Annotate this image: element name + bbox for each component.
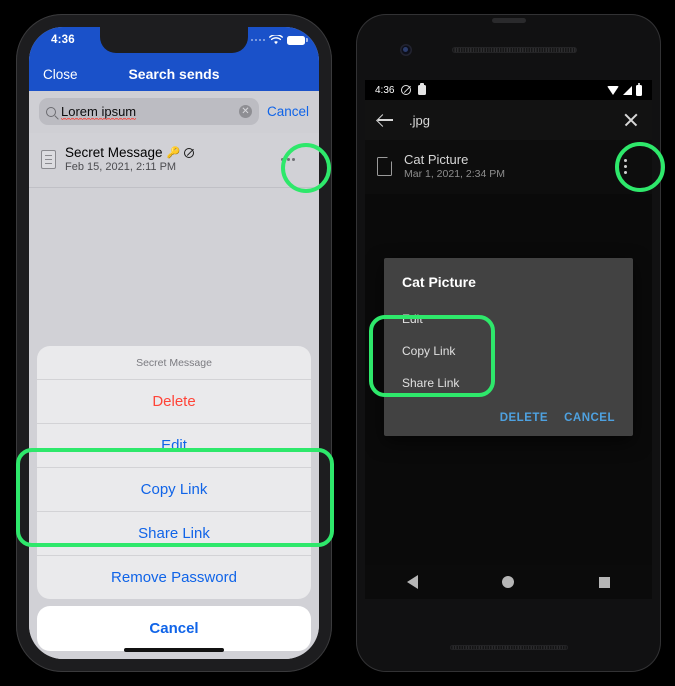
android-status-right — [607, 82, 642, 96]
wifi-icon — [607, 85, 619, 95]
nav-back-triangle-icon[interactable] — [407, 575, 419, 589]
signal-icon — [623, 85, 632, 95]
dialog-title: Cat Picture — [402, 274, 476, 290]
ios-navigation-bar: Close Search sends — [29, 57, 319, 91]
search-cancel-button[interactable]: Cancel — [267, 104, 309, 119]
document-icon — [41, 149, 56, 169]
delete-button[interactable]: DELETE — [500, 412, 548, 424]
android-screen: 4:36 .jpg Cat Picture Mar 1, 2021, 2:34 … — [365, 80, 652, 599]
ios-action-sheet: Secret Message Delete Edit Copy Link Sha… — [29, 346, 319, 659]
signal-dots-icon — [250, 38, 265, 42]
android-options-dialog: Cat Picture Edit Copy Link Share Link DE… — [384, 258, 633, 436]
ban-icon — [184, 147, 195, 158]
list-item-subtitle: Mar 1, 2021, 2:34 PM — [404, 168, 505, 180]
action-sheet-group: Secret Message Delete Edit Copy Link Sha… — [37, 346, 311, 599]
search-input-value[interactable]: .jpg — [409, 113, 608, 128]
ios-search-row: Lorem ipsum ✕ Cancel — [29, 91, 319, 133]
android-status-left: 4:36 — [375, 83, 427, 96]
iphone-device-frame: 4:36 Close Search sends Lorem ipsum ✕ Ca… — [16, 14, 332, 672]
list-item-texts: Cat Picture Mar 1, 2021, 2:34 PM — [404, 152, 598, 180]
action-sheet-item-edit[interactable]: Edit — [37, 424, 311, 468]
ios-home-indicator — [124, 648, 224, 652]
comparison-screenshot: 4:36 Close Search sends Lorem ipsum ✕ Ca… — [0, 0, 675, 686]
android-status-bar: 4:36 — [365, 80, 652, 100]
action-sheet-header: Secret Message — [37, 346, 311, 380]
search-input[interactable]: Lorem ipsum ✕ — [39, 98, 259, 125]
nav-recents-square-icon[interactable] — [598, 576, 610, 588]
dialog-actions: DELETE CANCEL — [384, 400, 633, 428]
list-item-title: Secret Message — [65, 145, 163, 160]
close-icon[interactable] — [622, 111, 640, 129]
action-sheet-item-copy-link[interactable]: Copy Link — [37, 468, 311, 512]
list-item[interactable]: Cat Picture Mar 1, 2021, 2:34 PM — [365, 140, 652, 194]
dialog-item-copy-link[interactable]: Copy Link — [384, 336, 633, 368]
iphone-notch — [100, 27, 248, 53]
more-vertical-icon[interactable] — [610, 149, 640, 183]
list-item-title: Cat Picture — [404, 152, 469, 167]
front-camera-icon — [400, 44, 412, 56]
clear-icon[interactable]: ✕ — [238, 105, 252, 118]
dialog-item-share-link[interactable]: Share Link — [384, 368, 633, 400]
more-horizontal-icon[interactable] — [269, 140, 307, 178]
battery-icon — [636, 82, 642, 96]
action-sheet-item-delete[interactable]: Delete — [37, 380, 311, 424]
dialog-item-edit[interactable]: Edit — [384, 304, 633, 336]
speaker-grille — [452, 47, 577, 53]
android-send-list: Cat Picture Mar 1, 2021, 2:34 PM — [365, 140, 652, 194]
android-navigation-bar — [365, 565, 652, 599]
search-icon — [46, 106, 56, 117]
android-status-time: 4:36 — [375, 84, 395, 96]
clipboard-icon — [418, 83, 427, 95]
nav-home-circle-icon[interactable] — [502, 576, 515, 588]
list-item-texts: Secret Message 🔑 Feb 15, 2021, 2:11 PM — [65, 145, 260, 173]
cancel-button[interactable]: CANCEL — [564, 412, 615, 424]
close-button[interactable]: Close — [43, 67, 78, 82]
list-item[interactable]: Secret Message 🔑 Feb 15, 2021, 2:11 PM — [29, 133, 319, 188]
android-earpiece-slot — [491, 18, 526, 23]
search-input-value: Lorem ipsum — [61, 104, 137, 120]
android-device-frame: 4:36 .jpg Cat Picture Mar 1, 2021, 2:34 … — [356, 14, 661, 672]
action-sheet-item-share-link[interactable]: Share Link — [37, 512, 311, 556]
mute-icon — [401, 85, 412, 95]
action-sheet-item-remove-password[interactable]: Remove Password — [37, 556, 311, 599]
ios-status-time: 4:36 — [51, 34, 75, 46]
list-item-title-row: Secret Message 🔑 — [65, 145, 260, 160]
battery-icon — [287, 35, 308, 45]
android-bottom-speaker-grille — [449, 645, 568, 650]
document-icon — [377, 156, 393, 176]
key-icon: 🔑 — [166, 147, 181, 159]
list-item-subtitle: Feb 15, 2021, 2:11 PM — [65, 161, 177, 173]
android-top-bezel — [356, 26, 661, 80]
android-app-bar: .jpg — [365, 100, 652, 140]
action-sheet-cancel-button[interactable]: Cancel — [37, 606, 311, 651]
wifi-icon — [269, 35, 283, 45]
back-arrow-icon[interactable] — [377, 111, 395, 129]
iphone-screen: 4:36 Close Search sends Lorem ipsum ✕ Ca… — [29, 27, 319, 659]
ios-status-icons — [250, 35, 308, 45]
